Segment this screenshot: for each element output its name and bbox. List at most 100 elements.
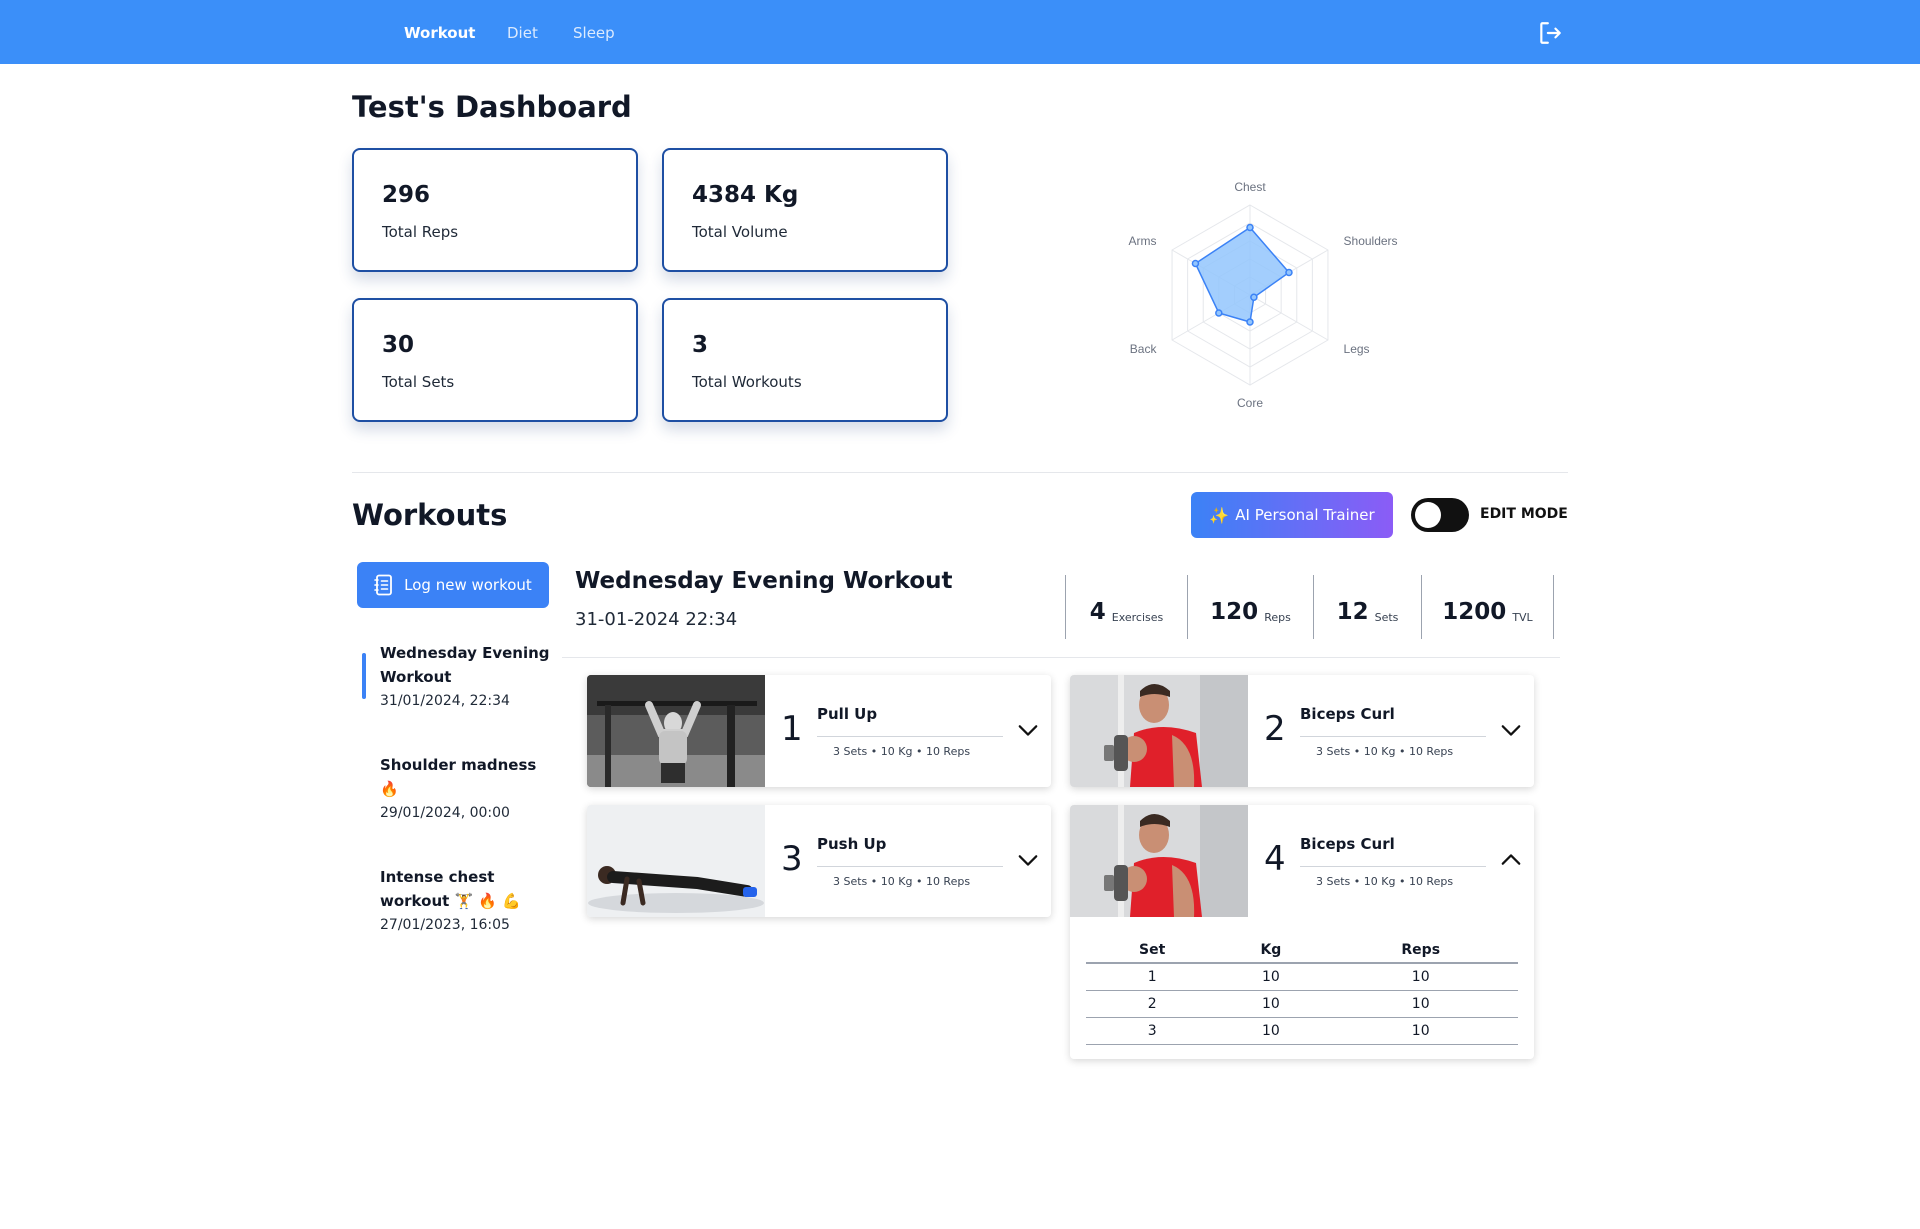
stat-card-total-reps: 296 Total Reps [352,148,638,272]
radar-point [1246,318,1254,326]
table-cell: 10 [1218,1017,1324,1045]
column-header-set: Set [1086,937,1219,964]
stat-number: 4 [1089,599,1106,625]
stat-number: 1200 [1442,599,1507,625]
chevron-down-icon[interactable] [1017,719,1039,741]
nav-link-sleep[interactable]: Sleep [573,24,615,42]
radar-series-area [1194,226,1291,323]
exercise-summary: 3 Sets • 10 Kg • 10 Reps [1316,745,1454,758]
pull-up-photo [587,675,765,787]
log-new-workout-button[interactable]: Log new workout [357,562,549,608]
sidebar-workout-title: Shoulder madness 🔥 [380,756,537,798]
exercise-summary: 3 Sets • 10 Kg • 10 Reps [833,875,971,888]
exercise-name: Push Up [817,835,887,853]
chevron-down-icon[interactable] [1500,719,1522,741]
radar-point [1215,309,1223,317]
table-row: 3 10 10 [1086,1017,1518,1045]
top-nav: Workout Diet Sleep [0,0,1920,64]
sidebar-workout-item[interactable]: Shoulder madness 🔥 29/01/2024, 00:00 [364,753,544,825]
exercise-summary: 3 Sets • 10 Kg • 10 Reps [833,745,971,758]
exercise-separator [817,736,1003,737]
stat-unit: Sets [1374,610,1399,624]
sidebar-workout-date: 27/01/2023, 16:05 [380,917,510,933]
notebook-icon [374,574,393,596]
edit-mode-toggle[interactable] [1411,498,1469,532]
exercise-separator [817,866,1003,867]
sidebar-workout-item[interactable]: Intense chest workout 🏋️ 🔥 💪 27/01/2023,… [364,865,544,937]
table-row: 1 10 10 [1086,963,1518,991]
exercise-index: 1 [781,709,803,749]
workout-stat-reps: 120 Reps [1187,575,1313,639]
table-header-row: Set Kg Reps [1086,937,1518,964]
stat-unit: Reps [1264,610,1291,624]
radar-axis-label: Core [1237,396,1263,410]
workout-detail-date: 31-01-2024 22:34 [575,609,738,630]
nav-link-workout[interactable]: Workout [404,24,475,42]
workout-stat-sets: 12 Sets [1313,575,1421,639]
exercise-name: Biceps Curl [1300,705,1395,723]
nav-link-diet[interactable]: Diet [507,24,538,42]
exercise-separator [1300,736,1486,737]
workouts-title: Workouts [352,498,508,532]
radar-axis-line [1249,294,1329,341]
sidebar-workout-date: 31/01/2024, 22:34 [380,693,510,709]
radar-axis-label: Back [1130,342,1158,356]
stat-label: Total Reps [382,223,459,241]
radar-point [1285,268,1293,277]
exercise-card-expanded[interactable]: 4 Biceps Curl 3 Sets • 10 Kg • 10 Reps S… [1070,805,1534,1059]
table-cell: 10 [1323,1017,1518,1045]
radar-axis-label: Chest [1234,180,1266,194]
log-button-label: Log new workout [404,576,532,594]
edit-mode-label: EDIT MODE [1480,506,1568,522]
biceps-curl-photo [1070,675,1248,787]
chevron-down-icon[interactable] [1017,849,1039,871]
logout-icon[interactable] [1537,20,1563,46]
stat-card-total-sets: 30 Total Sets [352,298,638,422]
stat-value: 296 [382,182,431,208]
exercise-summary: 3 Sets • 10 Kg • 10 Reps [1316,875,1454,888]
section-divider [352,472,1568,473]
table-cell: 1 [1086,963,1219,991]
exercise-index: 4 [1264,839,1286,879]
table-cell: 3 [1086,1017,1219,1045]
workout-detail-title: Wednesday Evening Workout [575,568,953,594]
exercise-index: 3 [781,839,803,879]
stat-number: 12 [1336,599,1369,625]
stat-label: Total Volume [692,223,788,241]
exercise-name: Biceps Curl [1300,835,1395,853]
dashboard-title: Test's Dashboard [352,90,632,124]
exercise-card[interactable]: 3 Push Up 3 Sets • 10 Kg • 10 Reps [587,805,1051,917]
column-header-reps: Reps [1323,937,1518,964]
table-cell: 2 [1086,990,1219,1018]
table-cell: 10 [1323,990,1518,1018]
sparkles-icon: ✨ [1209,505,1230,525]
exercise-separator [1300,866,1486,867]
table-cell: 10 [1218,990,1324,1018]
radar-axis-label: Shoulders [1344,234,1398,248]
sidebar-workout-date: 29/01/2024, 00:00 [380,805,510,821]
exercise-card[interactable]: 2 Biceps Curl 3 Sets • 10 Kg • 10 Reps [1070,675,1534,787]
stat-unit: Exercises [1111,610,1164,624]
stat-number: 120 [1210,599,1259,625]
stat-value: 30 [382,332,415,358]
stat-label: Total Workouts [692,373,802,391]
stat-unit: TVL [1512,610,1533,624]
table-cell: 10 [1218,963,1324,991]
radar-point [1250,293,1258,301]
chevron-up-icon[interactable] [1500,849,1522,871]
muscle-radar-chart: Chest Shoulders Legs Core Back Arms [1128,180,1398,410]
stat-label: Total Sets [382,373,455,391]
toggle-knob [1415,502,1441,528]
exercise-index: 2 [1264,709,1286,749]
exercise-card[interactable]: 1 Pull Up 3 Sets • 10 Kg • 10 Reps [587,675,1051,787]
column-header-kg: Kg [1218,937,1324,964]
sidebar-workout-item[interactable]: Wednesday Evening Workout 31/01/2024, 22… [362,641,550,713]
table-cell: 10 [1323,963,1518,991]
workout-stat-exercises: 4 Exercises [1065,575,1187,639]
push-up-photo [587,805,765,917]
ai-personal-trainer-button[interactable]: ✨ AI Personal Trainer [1191,492,1393,538]
sidebar-workout-title: Wednesday Evening Workout [380,644,550,686]
ai-button-label: AI Personal Trainer [1235,506,1375,524]
radar-axis-label: Arms [1128,234,1156,248]
stat-card-total-volume: 4384 Kg Total Volume [662,148,948,272]
